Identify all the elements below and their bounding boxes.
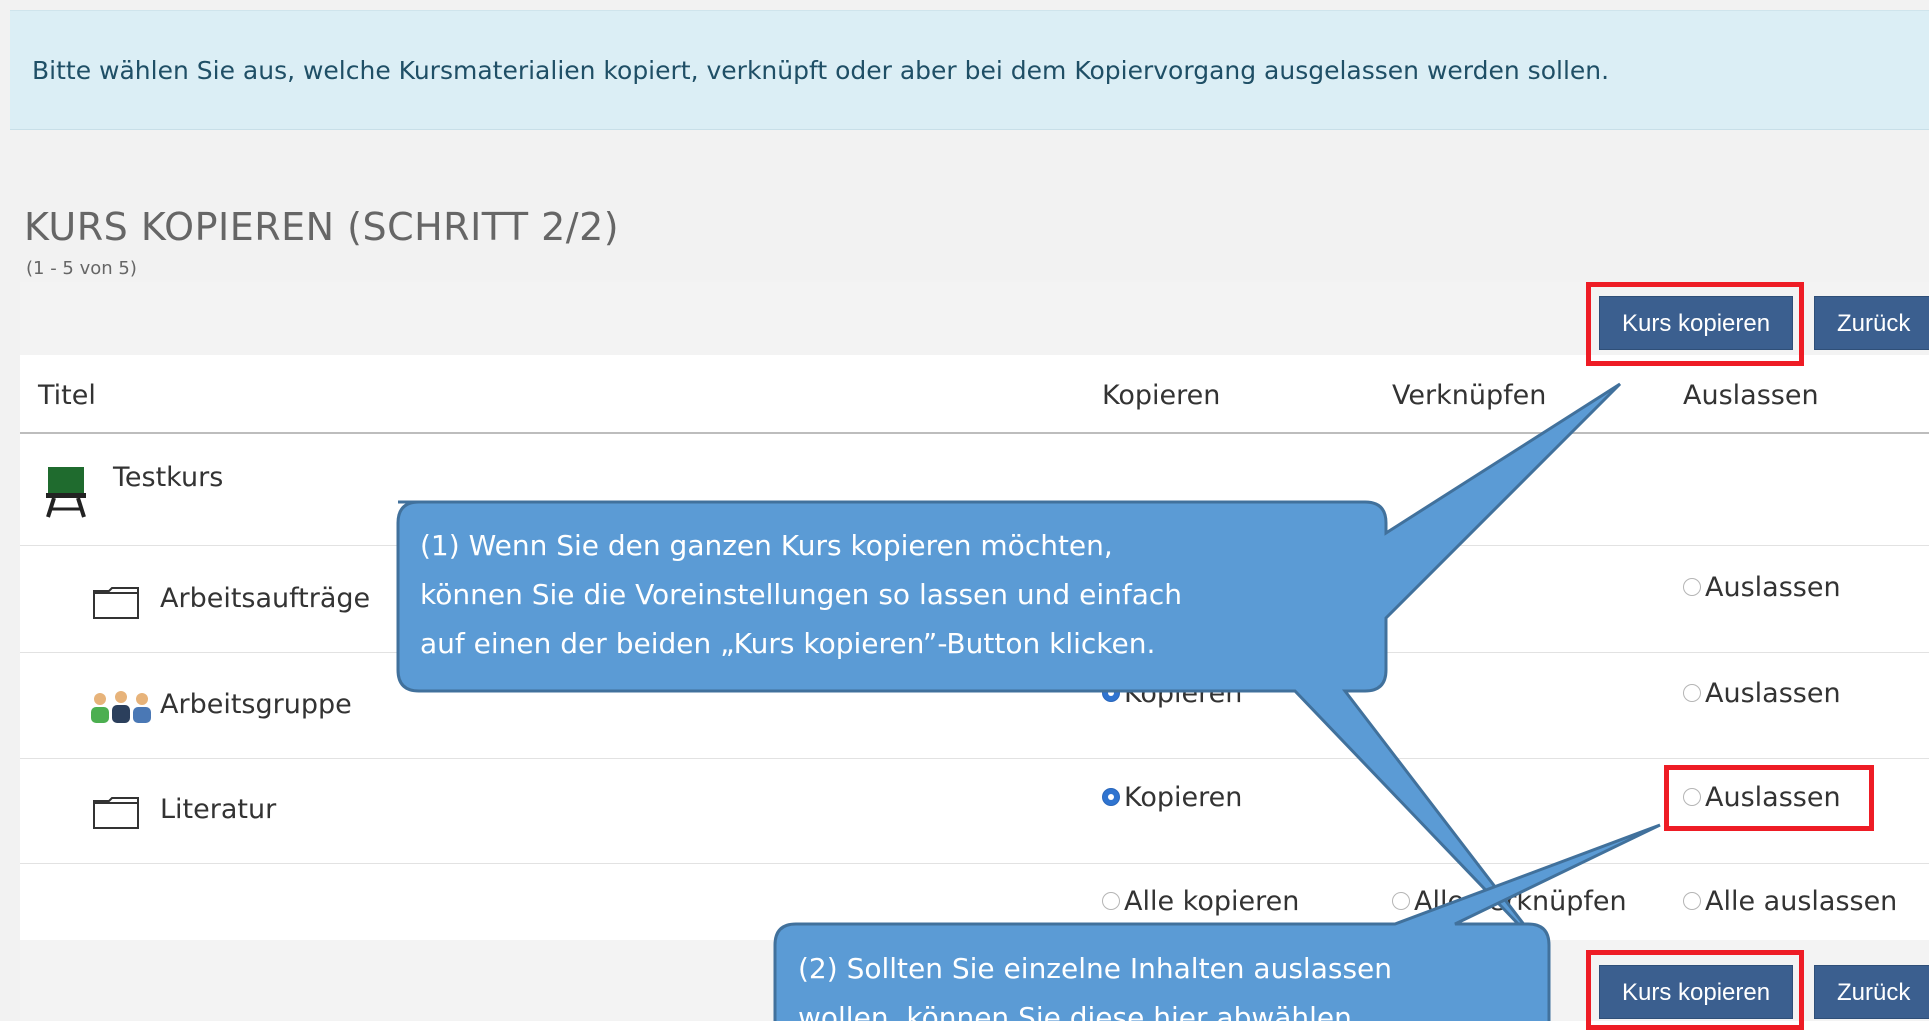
callout-2-line-2: wollen, können Sie diese hier abwählen. [798, 1001, 1361, 1021]
callout-1-line-1: (1) Wenn Sie den ganzen Kurs kopieren mö… [420, 529, 1113, 562]
callout-bubble-1 [396, 382, 1622, 954]
callout-2-line-1: (2) Sollten Sie einzelne Inhalten auslas… [798, 952, 1392, 985]
callout-1-line-2: können Sie die Voreinstellungen so lasse… [420, 578, 1182, 611]
callout-1-line-3: auf einen der beiden „Kurs kopieren”-But… [420, 627, 1155, 660]
callout-layer: (1) Wenn Sie den ganzen Kurs kopieren mö… [396, 382, 1661, 1021]
callout-bubble-2 [773, 823, 1661, 1021]
